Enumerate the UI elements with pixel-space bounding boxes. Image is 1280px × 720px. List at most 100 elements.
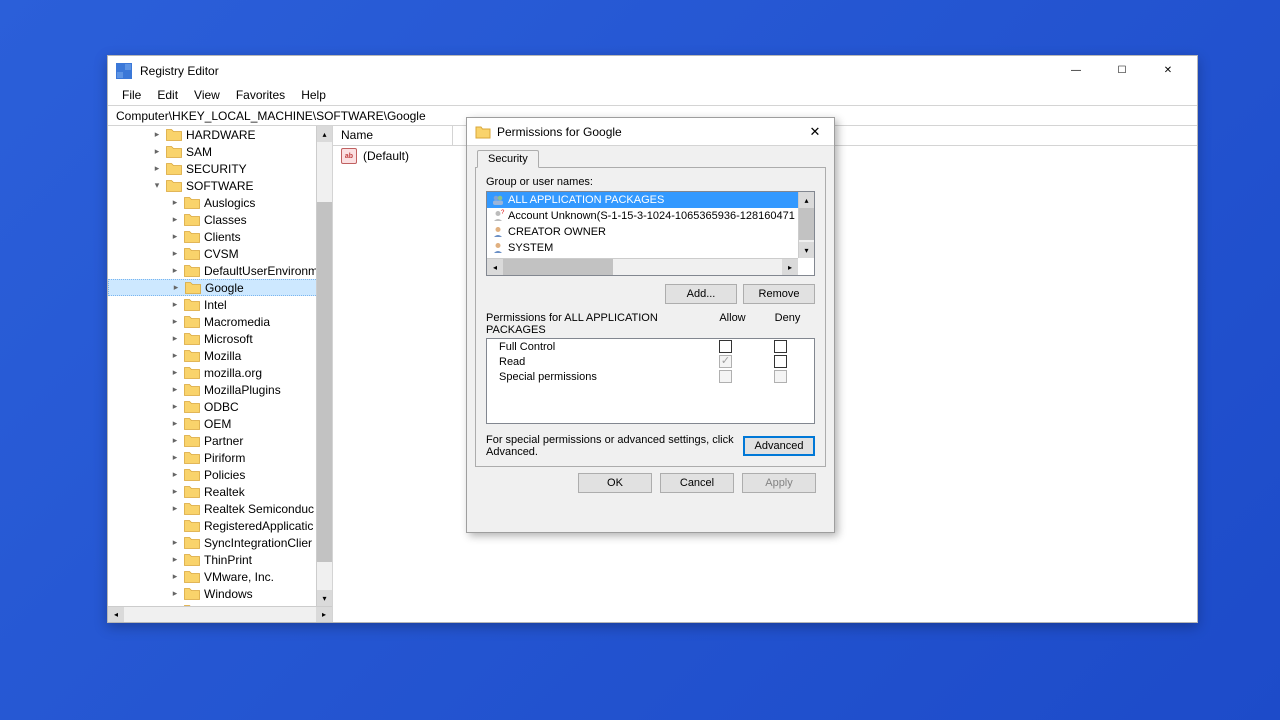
chevron-icon[interactable]: ▸ — [168, 570, 182, 584]
tree-item[interactable]: ▸Piriform — [108, 449, 332, 466]
chevron-icon[interactable]: ▸ — [168, 502, 182, 516]
tree-item[interactable]: ▸mozilla.org — [108, 364, 332, 381]
principal-row[interactable]: ALL APPLICATION PACKAGES — [487, 192, 814, 208]
menu-view[interactable]: View — [186, 86, 228, 104]
chevron-icon[interactable]: ▸ — [168, 383, 182, 397]
chevron-icon[interactable]: ▸ — [168, 298, 182, 312]
tree-item[interactable]: ▸Policies — [108, 466, 332, 483]
menu-file[interactable]: File — [114, 86, 149, 104]
principal-row[interactable]: SYSTEM — [487, 240, 814, 256]
scroll-down-button[interactable]: ▾ — [799, 242, 814, 258]
tree-item[interactable]: ▸ Realtek — [108, 483, 332, 500]
tree-item[interactable]: ▸Classes — [108, 211, 332, 228]
tree-item[interactable]: ▸Realtek Semiconduc — [108, 500, 332, 517]
tree-vertical-scrollbar[interactable]: ▴ ▾ — [316, 126, 332, 606]
chevron-icon[interactable]: ▸ — [168, 315, 182, 329]
tree-item[interactable]: ▸Windows — [108, 585, 332, 602]
menu-edit[interactable]: Edit — [149, 86, 186, 104]
tree-item[interactable]: ▸Clients — [108, 228, 332, 245]
chevron-icon[interactable]: ▸ — [168, 264, 182, 278]
tree-item[interactable]: ▸Microsoft — [108, 330, 332, 347]
tree-item[interactable]: ▸Partner — [108, 432, 332, 449]
tree-item[interactable]: ▸DefaultUserEnvironm — [108, 262, 332, 279]
tree-item[interactable]: ▸HARDWARE — [108, 126, 332, 143]
tree-item[interactable]: ▾SOFTWARE — [108, 177, 332, 194]
chevron-icon[interactable]: ▸ — [168, 400, 182, 414]
dialog-close-button[interactable]: ✕ — [800, 120, 830, 144]
scroll-up-button[interactable]: ▴ — [799, 192, 814, 208]
principal-row[interactable]: CREATOR OWNER — [487, 224, 814, 240]
tree-item[interactable]: ▸Macromedia — [108, 313, 332, 330]
chevron-icon[interactable]: ▸ — [168, 213, 182, 227]
chevron-icon[interactable]: ▸ — [168, 434, 182, 448]
chevron-icon[interactable]: ▸ — [168, 332, 182, 346]
tree-item[interactable]: ▸SAM — [108, 143, 332, 160]
menu-favorites[interactable]: Favorites — [228, 86, 293, 104]
scroll-thumb[interactable] — [317, 202, 332, 562]
scroll-down-button[interactable]: ▾ — [317, 590, 332, 606]
chevron-icon[interactable]: ▸ — [150, 145, 164, 159]
chevron-icon[interactable]: ▸ — [168, 366, 182, 380]
tree-scroll[interactable]: ▸HARDWARE▸SAM▸SECURITY▾SOFTWARE▸Auslogic… — [108, 126, 332, 606]
chevron-icon[interactable]: ▸ — [168, 196, 182, 210]
cancel-button[interactable]: Cancel — [660, 473, 734, 493]
chevron-icon[interactable]: ▸ — [168, 485, 182, 499]
tree-item[interactable]: ▸VMware, Inc. — [108, 568, 332, 585]
allow-checkbox[interactable] — [719, 340, 732, 353]
tree-item[interactable]: ▸Google — [108, 279, 332, 296]
close-button[interactable]: ✕ — [1145, 56, 1191, 85]
chevron-icon[interactable]: ▸ — [168, 468, 182, 482]
scroll-thumb[interactable] — [799, 208, 814, 240]
apply-button[interactable]: Apply — [742, 473, 816, 493]
tree-item[interactable]: ▸Intel — [108, 296, 332, 313]
scroll-right-button[interactable]: ▸ — [316, 607, 332, 622]
tree-item[interactable]: ▸Auslogics — [108, 194, 332, 211]
tree-item[interactable]: ▸Mozilla — [108, 347, 332, 364]
principal-row[interactable]: ?Account Unknown(S-1-15-3-1024-106536593… — [487, 208, 814, 224]
tree-item[interactable]: ▸CVSM — [108, 245, 332, 262]
tree-item[interactable]: ▸SyncIntegrationClier — [108, 534, 332, 551]
chevron-icon[interactable]: ▸ — [168, 349, 182, 363]
scroll-thumb[interactable] — [503, 259, 613, 275]
scroll-up-button[interactable]: ▴ — [317, 126, 332, 142]
remove-button[interactable]: Remove — [743, 284, 815, 304]
scroll-left-button[interactable]: ◂ — [487, 259, 503, 275]
chevron-icon[interactable]: ▸ — [168, 587, 182, 601]
chevron-icon[interactable]: ▸ — [168, 417, 182, 431]
chevron-icon[interactable]: ▸ — [168, 247, 182, 261]
chevron-icon[interactable]: ▾ — [150, 179, 164, 193]
column-name[interactable]: Name — [333, 126, 453, 145]
ok-button[interactable]: OK — [578, 473, 652, 493]
principals-horizontal-scrollbar[interactable]: ◂ ▸ — [487, 258, 798, 275]
deny-checkbox[interactable] — [774, 340, 787, 353]
principals-listbox[interactable]: ALL APPLICATION PACKAGES?Account Unknown… — [486, 191, 815, 276]
chevron-icon[interactable]: ▸ — [168, 553, 182, 567]
tree-item[interactable]: RegisteredApplicatic — [108, 517, 332, 534]
chevron-icon[interactable]: ▸ — [150, 128, 164, 142]
deny-checkbox[interactable] — [774, 355, 787, 368]
tree-item[interactable]: ▸ThinPrint — [108, 551, 332, 568]
scroll-right-button[interactable]: ▸ — [782, 259, 798, 275]
chevron-icon[interactable]: ▸ — [150, 162, 164, 176]
maximize-button[interactable]: ☐ — [1099, 56, 1145, 85]
chevron-icon[interactable]: ▸ — [168, 536, 182, 550]
chevron-icon[interactable]: ▸ — [168, 451, 182, 465]
tree-item[interactable]: ▸MozillaPlugins — [108, 381, 332, 398]
tree-item[interactable]: ▸OEM — [108, 415, 332, 432]
titlebar[interactable]: Registry Editor — ☐ ✕ — [108, 56, 1197, 85]
scroll-left-button[interactable]: ◂ — [108, 607, 124, 622]
menu-help[interactable]: Help — [293, 86, 334, 104]
advanced-button[interactable]: Advanced — [743, 436, 815, 456]
principals-vertical-scrollbar[interactable]: ▴ ▾ — [798, 192, 814, 258]
chevron-icon[interactable]: ▸ — [169, 281, 183, 295]
chevron-icon[interactable] — [168, 519, 182, 533]
tree-item[interactable]: ▸ODBC — [108, 398, 332, 415]
tree-item-label: Realtek — [204, 485, 245, 499]
chevron-icon[interactable]: ▸ — [168, 230, 182, 244]
minimize-button[interactable]: — — [1053, 56, 1099, 85]
add-button[interactable]: Add... — [665, 284, 737, 304]
tab-security[interactable]: Security — [477, 150, 539, 168]
dialog-titlebar[interactable]: Permissions for Google ✕ — [467, 118, 834, 146]
tree-item[interactable]: ▸SECURITY — [108, 160, 332, 177]
tree-horizontal-scrollbar[interactable]: ◂ ▸ — [108, 606, 332, 622]
